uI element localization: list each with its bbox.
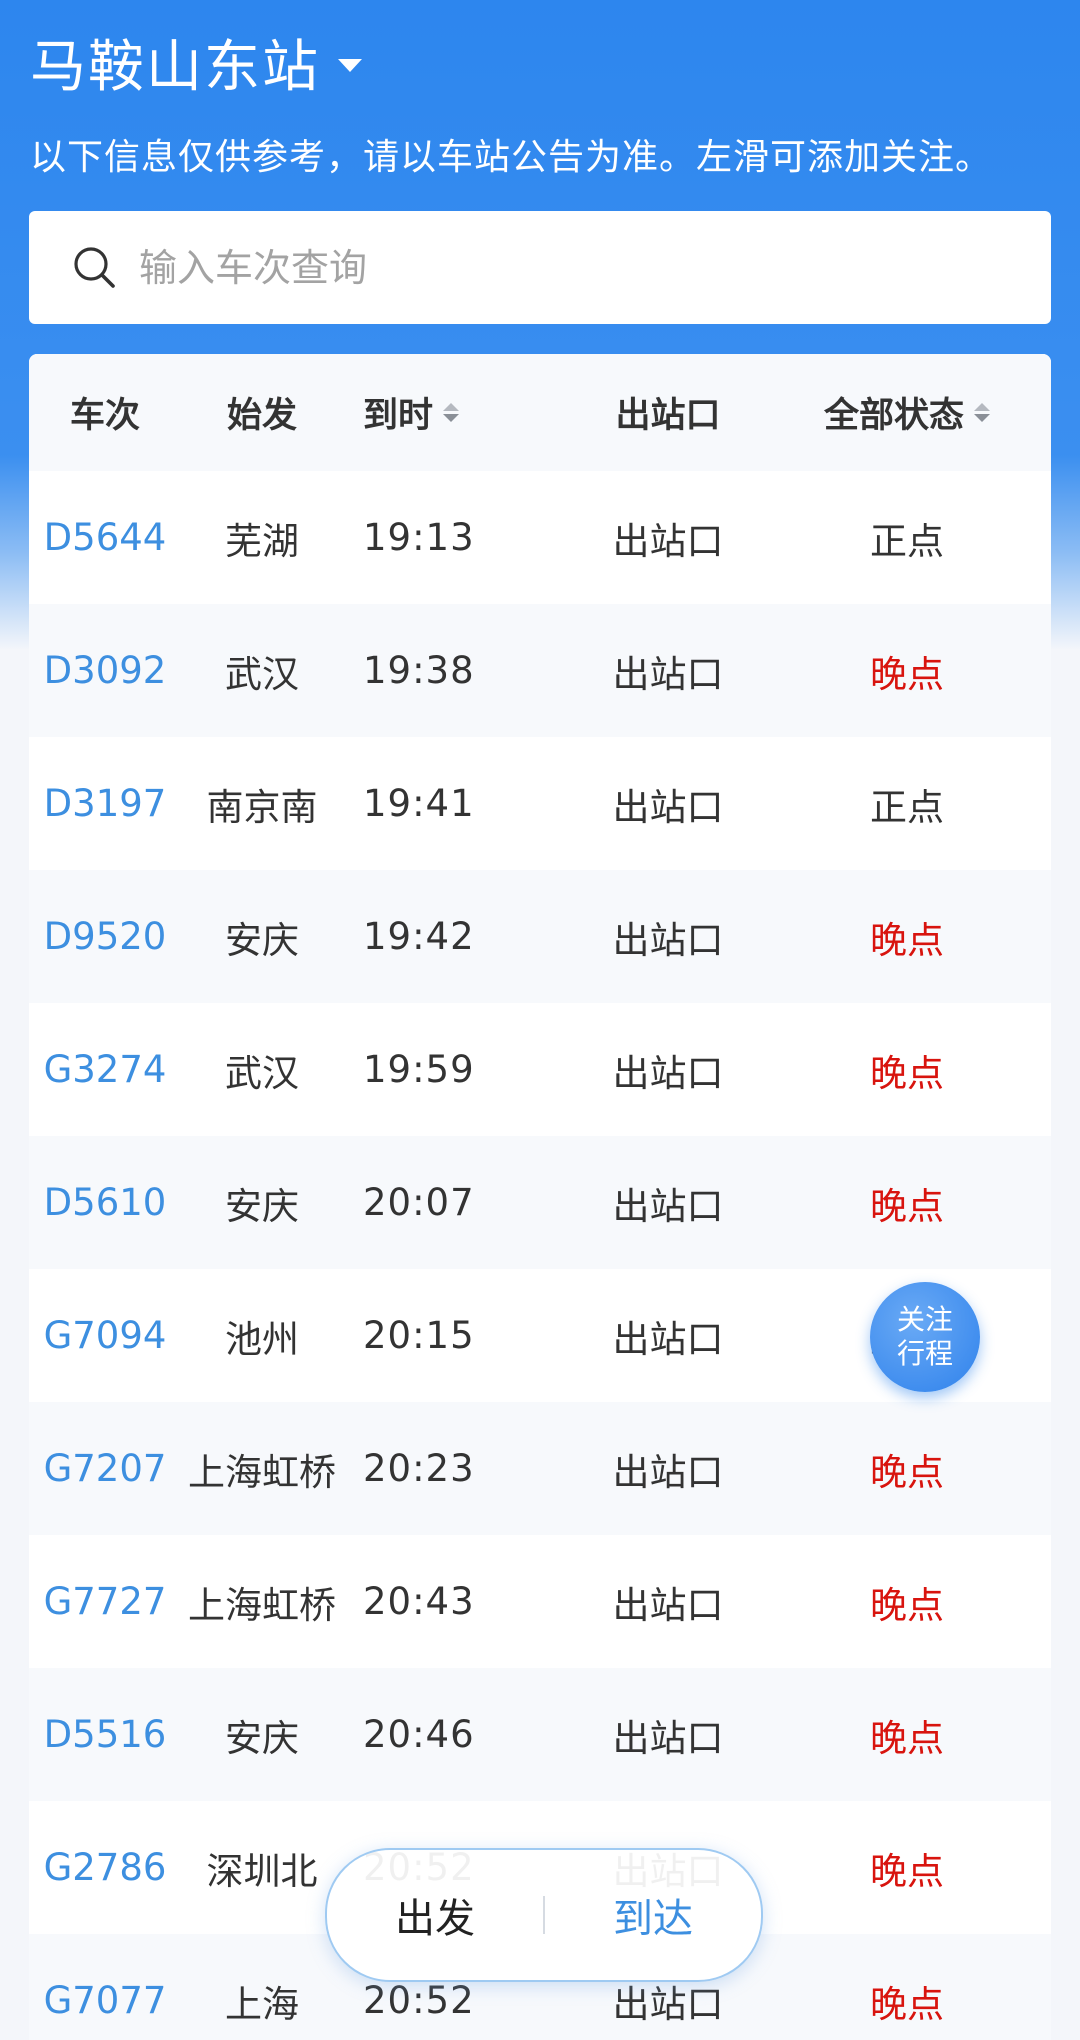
arrival-time: 20:43 [363, 1580, 475, 1623]
origin-station: 武汉 [225, 1051, 299, 1095]
train-status: 晚点 [870, 1184, 944, 1228]
origin-station: 上海虹桥 [188, 1583, 336, 1627]
arrival-time: 20:23 [363, 1447, 475, 1490]
train-status: 晚点 [870, 1583, 944, 1627]
exit-gate: 出站口 [612, 1583, 724, 1627]
depart-arrive-switch[interactable]: 出发 到达 [325, 1848, 763, 1982]
origin-station: 安庆 [225, 1184, 299, 1228]
table-row[interactable]: G7207 上海虹桥 20:23 出站口 晚点 [29, 1402, 1051, 1535]
follow-trip-line2: 行程 [896, 1337, 953, 1370]
train-number[interactable]: G7094 [29, 1314, 181, 1357]
header-arrival-time[interactable]: 到时 [343, 387, 573, 438]
train-number[interactable]: G7727 [29, 1580, 181, 1623]
train-status: 晚点 [870, 1051, 944, 1095]
train-table: 车次 始发 到时 出站口 全部状态 D5644 芜湖 19:13 出站口 正点 D3092… [29, 354, 1051, 2040]
arrival-time: 19:41 [363, 782, 475, 825]
arrive-tab[interactable]: 到达 [545, 1886, 761, 1944]
train-status: 晚点 [870, 1450, 944, 1494]
depart-tab[interactable]: 出发 [327, 1886, 543, 1944]
arrival-time: 19:59 [363, 1048, 475, 1091]
origin-station: 上海 [225, 1982, 299, 2026]
train-number[interactable]: D5516 [29, 1713, 181, 1756]
arrival-time: 19:13 [363, 516, 475, 559]
exit-gate: 出站口 [612, 1051, 724, 1095]
exit-gate: 出站口 [612, 1317, 724, 1361]
origin-station: 安庆 [225, 918, 299, 962]
train-status: 晚点 [870, 1716, 944, 1760]
notice-text: 以下信息仅供参考，请以车站公告为准。左滑可添加关注。 [30, 137, 993, 178]
arrival-time: 20:15 [363, 1314, 475, 1357]
train-number[interactable]: D9520 [29, 915, 181, 958]
follow-trip-line1: 关注 [896, 1303, 953, 1336]
origin-station: 安庆 [225, 1716, 299, 1760]
arrival-time: 20:07 [363, 1181, 475, 1224]
caret-down-icon[interactable] [338, 59, 362, 72]
header-status-label: 全部状态 [823, 396, 964, 436]
sort-icon[interactable] [443, 403, 460, 422]
header-arrival-time-label: 到时 [363, 396, 434, 436]
origin-station: 南京南 [206, 785, 318, 829]
search-icon [69, 242, 121, 294]
arrival-time: 19:42 [363, 915, 475, 958]
search-bar[interactable] [29, 211, 1051, 324]
follow-trip-button[interactable]: 关注 行程 [870, 1282, 980, 1392]
exit-gate: 出站口 [612, 1184, 724, 1228]
train-number[interactable]: D3092 [29, 649, 181, 692]
train-status: 晚点 [870, 652, 944, 696]
train-status: 晚点 [870, 1849, 944, 1893]
arrival-time: 20:46 [363, 1713, 475, 1756]
table-header: 车次 始发 到时 出站口 全部状态 [29, 354, 1051, 471]
train-number[interactable]: G3274 [29, 1048, 181, 1091]
train-status: 正点 [870, 785, 944, 829]
train-number[interactable]: G2786 [29, 1846, 181, 1889]
table-row[interactable]: D3197 南京南 19:41 出站口 正点 [29, 737, 1051, 870]
station-selector[interactable]: 马鞍山东站 [30, 22, 362, 103]
exit-gate: 出站口 [612, 1716, 724, 1760]
train-number[interactable]: D5610 [29, 1181, 181, 1224]
train-number[interactable]: D5644 [29, 516, 181, 559]
train-status: 正点 [870, 519, 944, 563]
origin-station: 池州 [225, 1317, 299, 1361]
exit-gate: 出站口 [612, 918, 724, 962]
table-row[interactable]: D9520 安庆 19:42 出站口 晚点 [29, 870, 1051, 1003]
origin-station: 深圳北 [206, 1849, 318, 1893]
exit-gate: 出站口 [612, 1450, 724, 1494]
search-input[interactable] [137, 244, 1001, 291]
train-number[interactable]: G7077 [29, 1979, 181, 2022]
train-status: 晚点 [870, 1982, 944, 2026]
origin-station: 芜湖 [225, 519, 299, 563]
table-row[interactable]: D5644 芜湖 19:13 出站口 正点 [29, 471, 1051, 604]
table-row[interactable]: D5516 安庆 20:46 出站口 晚点 [29, 1668, 1051, 1801]
train-number[interactable]: G7207 [29, 1447, 181, 1490]
arrival-time: 20:52 [363, 1979, 475, 2022]
filter-icon[interactable] [974, 403, 990, 422]
header-status-filter[interactable]: 全部状态 [763, 387, 1051, 438]
table-row[interactable]: G3274 武汉 19:59 出站口 晚点 [29, 1003, 1051, 1136]
origin-station: 武汉 [225, 652, 299, 696]
arrival-time: 19:38 [363, 649, 475, 692]
train-status: 晚点 [870, 918, 944, 962]
table-row[interactable]: G7727 上海虹桥 20:43 出站口 晚点 [29, 1535, 1051, 1668]
origin-station: 上海虹桥 [188, 1450, 336, 1494]
header-exit: 出站口 [615, 396, 721, 436]
table-row[interactable]: D3092 武汉 19:38 出站口 晚点 [29, 604, 1051, 737]
table-body: D5644 芜湖 19:13 出站口 正点 D3092 武汉 19:38 出站口 晚点 D3197 南… [29, 471, 1051, 2040]
header-train: 车次 [69, 396, 140, 436]
table-row[interactable]: D5610 安庆 20:07 出站口 晚点 [29, 1136, 1051, 1269]
header-origin: 始发 [226, 396, 297, 436]
station-title[interactable]: 马鞍山东站 [30, 22, 320, 103]
exit-gate: 出站口 [612, 785, 724, 829]
train-number[interactable]: D3197 [29, 782, 181, 825]
exit-gate: 出站口 [612, 652, 724, 696]
exit-gate: 出站口 [612, 519, 724, 563]
